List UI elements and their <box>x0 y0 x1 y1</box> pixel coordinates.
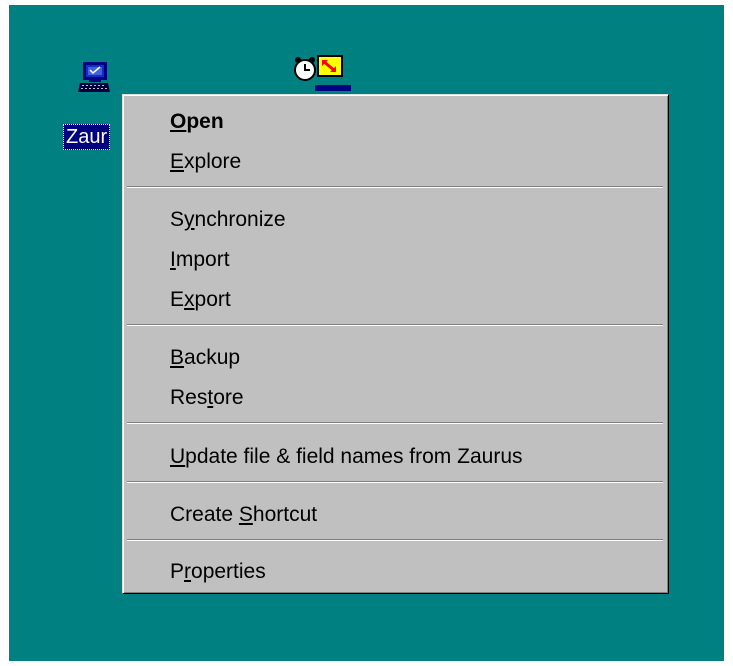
menu-item-text: hortcut <box>252 503 318 526</box>
menu-item-open[interactable]: Open <box>170 104 224 140</box>
menu-item-import[interactable]: Import <box>170 242 230 278</box>
menu-accelerator: x <box>184 288 195 311</box>
menu-item-text: mport <box>175 248 230 271</box>
menu-separator <box>127 422 663 424</box>
menu-item-text: pen <box>186 110 224 133</box>
menu-item-text: S <box>170 208 185 231</box>
menu-accelerator: B <box>170 346 185 369</box>
menu-item-text: ore <box>213 386 244 409</box>
menu-accelerator: y <box>184 208 195 231</box>
menu-accelerator: r <box>184 560 192 583</box>
menu-accelerator: U <box>170 445 186 468</box>
menu-item-text: xplore <box>184 150 242 173</box>
pc-terminal-icon <box>78 62 110 92</box>
menu-item-text: E <box>170 288 185 311</box>
sync-alarm-clock-icon <box>294 55 351 91</box>
menu-separator <box>127 324 663 326</box>
menu-item-synchronize[interactable]: Synchronize <box>170 202 286 238</box>
menu-item-text: nchronize <box>194 208 286 231</box>
menu-item-create-shortcut[interactable]: Create Shortcut <box>170 497 317 533</box>
menu-separator <box>127 539 663 541</box>
menu-item-text: pdate file & field names from Zaurus <box>185 445 523 468</box>
menu-item-text: ackup <box>184 346 241 369</box>
desktop: Zaur Open Explore Synchronize Import Exp… <box>9 5 724 661</box>
desktop-icon-label[interactable]: Zaur <box>63 124 111 150</box>
menu-item-properties[interactable]: Properties <box>170 554 266 590</box>
menu-item-update-names[interactable]: Update file & field names from Zaurus <box>170 439 523 475</box>
menu-item-restore[interactable]: Restore <box>170 380 244 416</box>
menu-item-backup[interactable]: Backup <box>170 340 240 376</box>
menu-item-text: port <box>194 288 231 311</box>
menu-item-text: P <box>170 560 185 583</box>
menu-accelerator: S <box>238 503 253 526</box>
menu-item-export[interactable]: Export <box>170 282 231 318</box>
menu-item-text: operties <box>191 560 266 583</box>
menu-accelerator: E <box>170 150 185 173</box>
menu-item-text: Create <box>170 503 239 526</box>
menu-item-text: Res <box>170 386 208 409</box>
context-menu: Open Explore Synchronize Import Export B… <box>122 94 669 594</box>
menu-item-explore[interactable]: Explore <box>170 144 241 180</box>
menu-separator <box>127 481 663 483</box>
desktop-icon-sync[interactable] <box>289 51 353 91</box>
menu-accelerator: O <box>170 110 187 133</box>
menu-separator <box>127 186 663 188</box>
